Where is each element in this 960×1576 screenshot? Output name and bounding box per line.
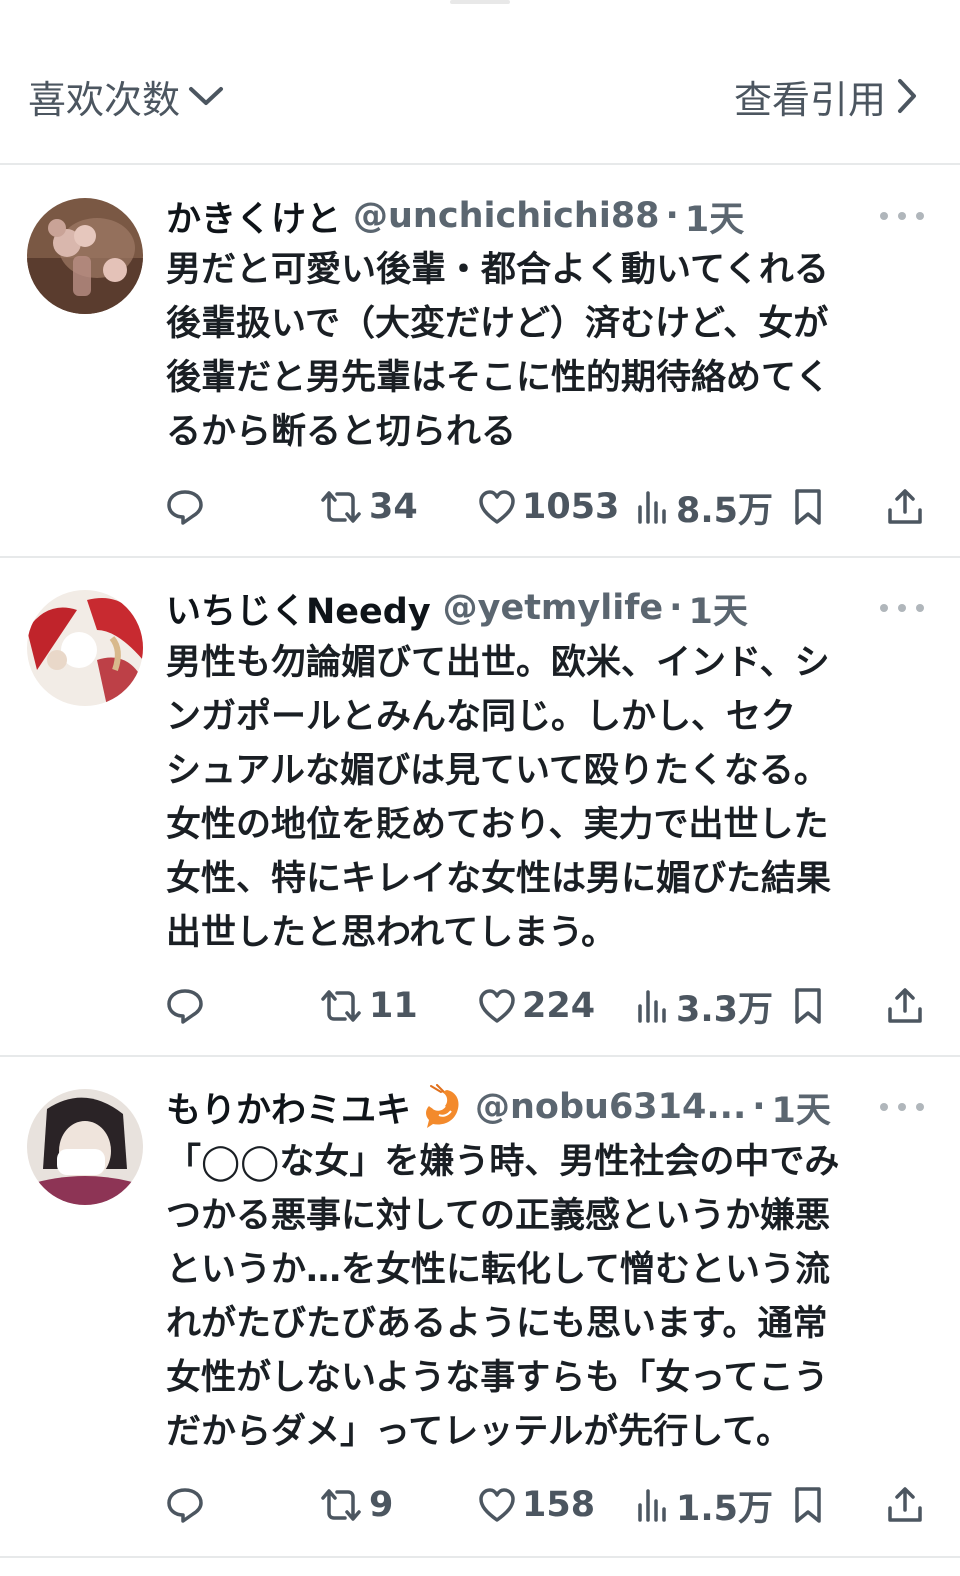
share-button[interactable]: [886, 482, 924, 532]
tweet-actions: 34 1053 8.5万: [166, 482, 930, 532]
bookmark-button[interactable]: [792, 1480, 824, 1530]
separator-dot: ·: [665, 196, 679, 236]
shrimp-emoji-icon: [426, 1084, 459, 1128]
reply-icon: [167, 989, 203, 1024]
retweet-count: 9: [369, 1485, 394, 1525]
reply-button[interactable]: [166, 482, 204, 532]
reply-icon: [167, 490, 203, 525]
like-count: 224: [522, 986, 596, 1026]
views-button[interactable]: 1.5万: [636, 1480, 773, 1530]
view-count: 1.5万: [676, 1488, 774, 1529]
views-bar-chart-icon: [638, 491, 666, 524]
avatar[interactable]: [27, 590, 143, 706]
replies-header: 喜欢次数 查看引用: [0, 0, 960, 165]
bookmark-icon: [795, 1487, 821, 1523]
share-button[interactable]: [886, 981, 924, 1031]
views-bar-chart-icon: [638, 990, 666, 1023]
view-count: 8.5万: [676, 490, 774, 531]
like-button[interactable]: 224: [478, 981, 595, 1031]
display-name[interactable]: かきくけと: [166, 191, 341, 242]
view-quotes-button[interactable]: 查看引用: [734, 70, 918, 122]
view-count: 3.3万: [676, 989, 774, 1030]
retweet-icon: [321, 990, 361, 1022]
tweet-text: 「◯◯な女」を嫌う時、男性社会の中でみ つかる悪事に対しての正義感というか嫌悪 …: [166, 1142, 840, 1452]
tweet-header: もりかわミユキ @nobu6314... · 1天: [166, 1082, 920, 1132]
timestamp[interactable]: 1天: [688, 583, 747, 634]
share-icon: [888, 988, 922, 1023]
chevron-down-icon: [189, 87, 224, 105]
share-button[interactable]: [886, 1480, 924, 1530]
sort-label: 喜欢次数: [28, 77, 181, 122]
retweet-icon: [321, 1489, 361, 1521]
bookmark-icon: [795, 988, 821, 1024]
retweet-count: 34: [369, 487, 418, 527]
reply-tweet[interactable]: もりかわミユキ @nobu6314... · 1天 「◯◯な女」を嫌う時、男性社…: [0, 1057, 960, 1558]
reply-button[interactable]: [166, 1480, 204, 1530]
tweet-header: いちじくNeedy @yetmylife · 1天: [166, 583, 920, 633]
reply-tweet[interactable]: かきくけと @unchichichi88 · 1天 男だと可愛い後輩・都合よく動…: [0, 165, 960, 558]
display-name[interactable]: もりかわミユキ: [166, 1082, 411, 1133]
tweet-text: 男性も勿論媚びて出世。欧米、インド、シ ンガポールとみんな同じ。しかし、セク シ…: [166, 643, 832, 953]
more-options-icon[interactable]: [880, 206, 924, 226]
share-icon: [888, 1487, 922, 1522]
heart-icon: [479, 1488, 515, 1522]
timestamp[interactable]: 1天: [685, 191, 744, 242]
separator-dot: ·: [752, 1087, 766, 1127]
views-button[interactable]: 8.5万: [636, 482, 773, 532]
user-handle[interactable]: @unchichichi88: [353, 196, 660, 236]
views-bar-chart-icon: [638, 1489, 666, 1522]
like-button[interactable]: 158: [478, 1480, 595, 1530]
sort-dropdown[interactable]: 喜欢次数: [28, 70, 224, 122]
sheet-grip: [450, 0, 510, 4]
user-handle[interactable]: @yetmylife: [443, 588, 664, 628]
avatar[interactable]: [27, 198, 143, 314]
retweet-button[interactable]: 34: [319, 482, 418, 532]
like-button[interactable]: 1053: [478, 482, 619, 532]
chevron-right-icon: [898, 79, 916, 113]
view-quotes-label: 查看引用: [733, 77, 886, 122]
user-handle[interactable]: @nobu6314...: [475, 1087, 746, 1127]
more-options-icon[interactable]: [880, 1097, 924, 1117]
share-icon: [888, 489, 922, 524]
reply-button[interactable]: [166, 981, 204, 1031]
display-name[interactable]: いちじくNeedy: [166, 583, 431, 634]
tweet-actions: 9 158 1.5万: [166, 1480, 930, 1530]
more-options-icon[interactable]: [880, 598, 924, 618]
timestamp[interactable]: 1天: [772, 1082, 831, 1133]
like-count: 158: [522, 1485, 596, 1525]
reply-icon: [167, 1488, 203, 1523]
views-button[interactable]: 3.3万: [636, 981, 773, 1031]
reply-tweet[interactable]: いちじくNeedy @yetmylife · 1天 男性も勿論媚びて出世。欧米、…: [0, 558, 960, 1057]
heart-icon: [479, 490, 515, 524]
tweet-text: 男だと可愛い後輩・都合よく動いてくれる 後輩扱いで（大変だけど）済むけど、女が …: [166, 250, 830, 452]
heart-icon: [479, 989, 515, 1023]
retweet-icon: [321, 491, 361, 523]
retweet-count: 11: [369, 986, 418, 1026]
separator-dot: ·: [669, 588, 683, 628]
like-count: 1053: [522, 487, 620, 527]
bookmark-button[interactable]: [792, 482, 824, 532]
tweet-header: かきくけと @unchichichi88 · 1天: [166, 191, 920, 241]
bookmark-button[interactable]: [792, 981, 824, 1031]
avatar[interactable]: [27, 1089, 143, 1205]
tweet-actions: 11 224 3.3万: [166, 981, 930, 1031]
bookmark-icon: [795, 489, 821, 525]
retweet-button[interactable]: 9: [319, 1480, 393, 1530]
retweet-button[interactable]: 11: [319, 981, 418, 1031]
